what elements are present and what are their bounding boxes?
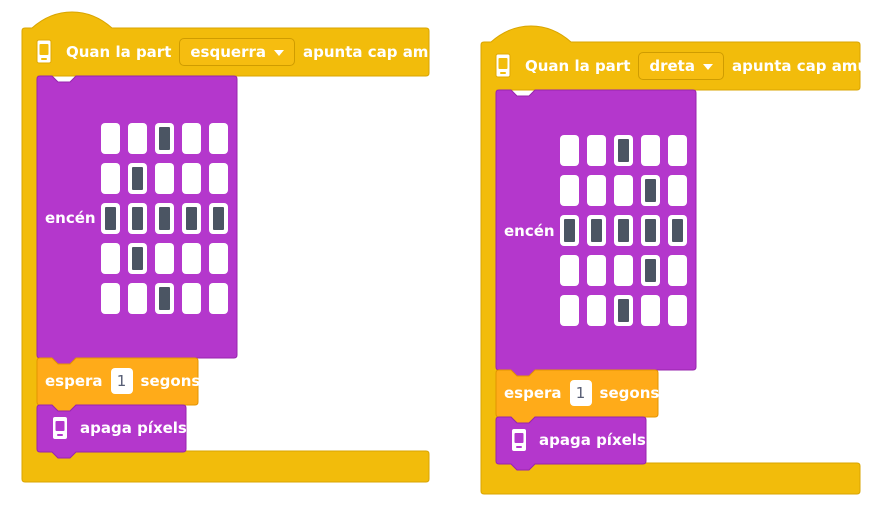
led-on-mark: [564, 219, 575, 242]
clear-row-right: apaga píxels: [511, 428, 646, 452]
wait-row-right: espera 1 segons: [504, 380, 659, 406]
clear-label: apaga píxels: [539, 431, 646, 449]
led-pixel[interactable]: [668, 295, 687, 326]
led-pixel[interactable]: [614, 215, 633, 246]
led-pixel[interactable]: [560, 255, 579, 286]
led-pixel[interactable]: [641, 135, 660, 166]
led-pixel[interactable]: [668, 135, 687, 166]
led-pixel[interactable]: [614, 175, 633, 206]
led-pixel[interactable]: [641, 255, 660, 286]
led-on-mark: [618, 219, 629, 242]
microbit-display-icon: [511, 428, 527, 452]
direction-value: dreta: [649, 57, 695, 75]
script-right: Quan la part dreta apunta cap amunt encé…: [0, 0, 896, 516]
led-pixel[interactable]: [614, 255, 633, 286]
led-on-mark: [618, 139, 629, 162]
hat-row-right: Quan la part dreta apunta cap amunt: [493, 52, 886, 80]
led-pixel[interactable]: [587, 295, 606, 326]
led-pixel[interactable]: [641, 295, 660, 326]
led-pixel[interactable]: [560, 215, 579, 246]
led-on-mark: [645, 179, 656, 202]
led-on-mark: [645, 219, 656, 242]
led-on-mark: [618, 299, 629, 322]
led-on-mark: [645, 259, 656, 282]
caret-down-icon: [702, 64, 713, 70]
hat-suffix-label: apunta cap amunt: [731, 57, 886, 75]
led-pixel[interactable]: [641, 175, 660, 206]
led-pixel[interactable]: [668, 175, 687, 206]
direction-dropdown[interactable]: dreta: [638, 52, 724, 80]
microbit-tilt-icon: [493, 53, 513, 79]
led-pixel[interactable]: [587, 135, 606, 166]
led-pixel[interactable]: [668, 255, 687, 286]
led-pixel[interactable]: [587, 175, 606, 206]
hat-prefix-label: Quan la part: [525, 57, 631, 75]
led-pixel[interactable]: [587, 215, 606, 246]
led-on-mark: [591, 219, 602, 242]
wait-prefix-label: espera: [504, 384, 562, 402]
wait-suffix-label: segons: [599, 384, 660, 402]
led-pixel[interactable]: [587, 255, 606, 286]
led-pixel[interactable]: [560, 175, 579, 206]
led-pixel[interactable]: [560, 135, 579, 166]
led-matrix-right: [560, 135, 687, 326]
led-pixel[interactable]: [641, 215, 660, 246]
encen-label: encén: [504, 222, 555, 240]
wait-seconds-input[interactable]: 1: [569, 380, 592, 406]
led-pixel[interactable]: [668, 215, 687, 246]
led-pixel[interactable]: [614, 295, 633, 326]
led-pixel[interactable]: [614, 135, 633, 166]
led-on-mark: [672, 219, 683, 242]
led-pixel[interactable]: [560, 295, 579, 326]
